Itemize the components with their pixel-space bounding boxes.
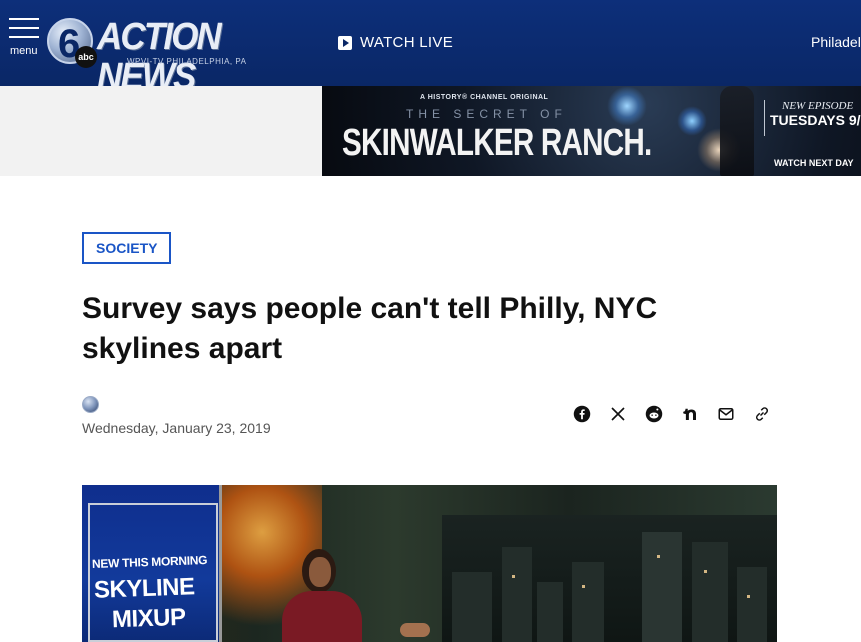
skyline-building: [452, 572, 492, 642]
watch-live-button[interactable]: WATCH LIVE: [338, 34, 453, 51]
skyline-light: [512, 575, 515, 578]
anchor-body: [282, 591, 362, 642]
hamburger-bar: [9, 27, 39, 29]
category-tag[interactable]: SOCIETY: [82, 232, 172, 264]
article-headline: Survey says people can't tell Philly, NY…: [82, 292, 658, 365]
lower-third-subtitle: MIXUP: [111, 603, 186, 634]
ad-new-episode: NEW EPISODE: [782, 100, 854, 112]
share-bar: [573, 405, 771, 423]
nextdoor-icon[interactable]: [681, 405, 699, 423]
skyline-building: [692, 542, 728, 642]
skyline-light: [704, 570, 707, 573]
anchor-hand: [400, 623, 430, 637]
x-icon[interactable]: [609, 405, 627, 423]
location-selector[interactable]: Philadel: [811, 34, 861, 50]
reddit-icon[interactable]: [645, 405, 663, 423]
email-icon[interactable]: [717, 405, 735, 423]
skyline-building: [572, 562, 604, 642]
ad-banner[interactable]: A HISTORY® CHANNEL ORIGINAL THE SECRET O…: [322, 86, 861, 176]
skyline-building: [502, 547, 532, 642]
ad-date: TUESDAYS 9/: [770, 112, 861, 128]
site-logo[interactable]: 6 abc ACTION NEWS WPVI-TV PHILADELPHIA, …: [47, 14, 292, 97]
link-icon[interactable]: [753, 405, 771, 423]
hero-video-image[interactable]: NEW THIS MORNING SKYLINE MIXUP: [82, 485, 777, 642]
skyline-light: [657, 555, 660, 558]
hamburger-bar: [9, 36, 39, 38]
lower-third-screen: NEW THIS MORNING SKYLINE MIXUP: [82, 485, 222, 642]
abc-logo-icon: abc: [75, 46, 97, 68]
ad-figure: [720, 86, 754, 176]
ad-divider: [764, 100, 765, 136]
ad-kicker: A HISTORY® CHANNEL ORIGINAL: [420, 94, 549, 101]
play-icon: [338, 35, 352, 50]
author-avatar-icon: [82, 396, 99, 413]
menu-label: menu: [10, 45, 38, 57]
ad-light: [677, 106, 707, 136]
skyline-building: [642, 532, 682, 642]
skyline-building: [537, 582, 563, 642]
site-header: menu 6 abc ACTION NEWS WPVI-TV PHILADELP…: [0, 0, 861, 97]
watch-live-label: WATCH LIVE: [360, 34, 454, 51]
ad-title: SKINWALKER RANCH.: [342, 122, 652, 164]
facebook-icon[interactable]: [573, 405, 591, 423]
ad-light: [607, 86, 647, 126]
news-anchor: [282, 549, 362, 642]
logo-emblem: 6 abc: [47, 18, 97, 68]
skyline-building: [737, 567, 767, 642]
skyline-light: [582, 585, 585, 588]
hamburger-icon: [9, 18, 39, 20]
lower-third-title: SKYLINE: [93, 573, 195, 604]
skyline-light: [747, 595, 750, 598]
logo-subtitle: WPVI-TV PHILADELPHIA, PA: [127, 57, 247, 66]
hero-skyline: [442, 515, 777, 642]
ad-secret: THE SECRET OF: [406, 107, 567, 121]
ad-cta: WATCH NEXT DAY: [774, 158, 854, 168]
article-date: Wednesday, January 23, 2019: [82, 420, 271, 436]
menu-button[interactable]: menu: [8, 18, 42, 62]
anchor-face: [309, 557, 331, 587]
